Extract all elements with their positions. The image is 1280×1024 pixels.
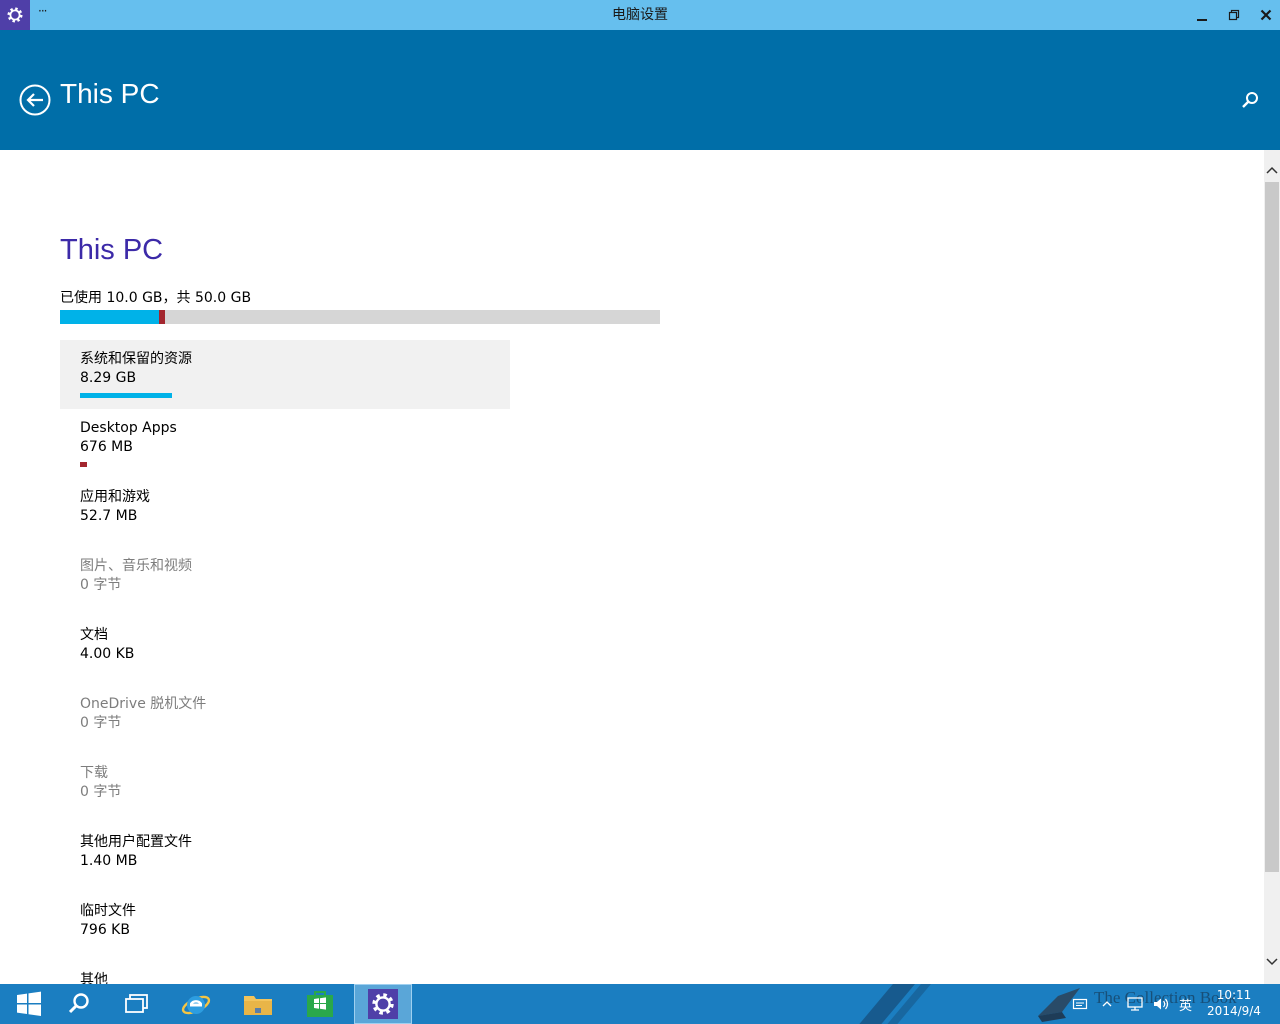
app-menu-button[interactable]: ··· xyxy=(38,4,48,18)
vertical-scrollbar[interactable] xyxy=(1264,150,1280,984)
task-view-button[interactable] xyxy=(108,984,166,1024)
search-icon xyxy=(68,993,89,1014)
start-icon xyxy=(17,991,41,1016)
storage-category-item[interactable]: 应用和游戏 52.7 MB xyxy=(60,478,510,547)
back-button[interactable] xyxy=(18,83,52,117)
category-name: 下载 xyxy=(80,765,108,781)
category-usage-bar xyxy=(80,393,172,398)
taskbar: The Collection Book 英 10:11 2014/9/4 xyxy=(0,984,1280,1024)
file-explorer-button[interactable] xyxy=(229,984,287,1024)
storage-category-item[interactable]: 临时文件 796 KB xyxy=(60,892,510,961)
category-size: 1.40 MB xyxy=(80,853,138,869)
category-name: 其他 xyxy=(80,972,108,984)
restore-button[interactable] xyxy=(1218,0,1250,30)
search-button[interactable] xyxy=(1238,88,1262,112)
taskbar-search-button[interactable] xyxy=(50,984,108,1024)
clock[interactable]: 10:11 2014/9/4 xyxy=(1200,987,1268,1019)
scroll-down-button[interactable] xyxy=(1264,954,1280,970)
internet-explorer-button[interactable] xyxy=(167,984,225,1024)
chevron-up-icon xyxy=(1102,1001,1112,1007)
category-size: 4.00 KB xyxy=(80,646,135,662)
store-button[interactable] xyxy=(291,984,349,1024)
settings-taskbar-button[interactable] xyxy=(354,984,412,1024)
category-size: 8.29 GB xyxy=(80,370,137,386)
close-button[interactable] xyxy=(1250,0,1280,30)
gear-icon xyxy=(7,7,23,23)
back-arrow-icon xyxy=(19,84,51,116)
storage-category-item[interactable]: 文档 4.00 KB xyxy=(60,616,510,685)
network-button[interactable] xyxy=(1126,984,1144,1024)
category-size: 0 字节 xyxy=(80,577,122,593)
header-title: This PC xyxy=(60,78,160,109)
category-size: 52.7 MB xyxy=(80,508,138,524)
network-icon xyxy=(1127,997,1143,1011)
storage-category-item[interactable]: 其他 xyxy=(60,961,510,984)
scroll-thumb[interactable] xyxy=(1265,182,1279,872)
storage-category-item[interactable]: Desktop Apps 676 MB xyxy=(60,409,510,478)
show-hidden-icons-button[interactable] xyxy=(1102,984,1112,1024)
storage-category-item[interactable]: 系统和保留的资源 8.29 GB xyxy=(60,340,510,409)
close-icon xyxy=(1260,9,1272,21)
category-size: 796 KB xyxy=(80,922,130,938)
category-size: 676 MB xyxy=(80,439,133,455)
action-center-button[interactable] xyxy=(1072,984,1088,1024)
page-title: This PC xyxy=(60,234,164,266)
search-icon xyxy=(1242,92,1258,108)
category-name: 文档 xyxy=(80,627,108,643)
category-name: Desktop Apps xyxy=(80,420,177,436)
storage-category-item[interactable]: 下载 0 字节 xyxy=(60,754,510,823)
settings-icon xyxy=(368,989,398,1019)
storage-category-item[interactable]: OneDrive 脱机文件 0 字节 xyxy=(60,685,510,754)
ime-indicator[interactable]: 英 xyxy=(1179,984,1192,1024)
settings-app-icon[interactable] xyxy=(0,0,30,30)
category-name: 应用和游戏 xyxy=(80,489,150,505)
category-usage-bar xyxy=(80,462,87,467)
page-header: This PC xyxy=(0,30,1280,150)
store-icon xyxy=(307,991,333,1017)
category-name: 临时文件 xyxy=(80,903,136,919)
clock-date: 2014/9/4 xyxy=(1207,1004,1261,1018)
storage-category-item[interactable]: 其他用户配置文件 1.40 MB xyxy=(60,823,510,892)
category-name: 图片、音乐和视频 xyxy=(80,558,192,574)
internet-explorer-icon xyxy=(181,995,211,1015)
category-name: 系统和保留的资源 xyxy=(80,351,192,367)
storage-category-item[interactable]: 图片、音乐和视频 0 字节 xyxy=(60,547,510,616)
storage-usage-bar xyxy=(60,310,660,324)
notification-icon xyxy=(1072,998,1088,1010)
category-size: 0 字节 xyxy=(80,715,122,731)
title-bar: ··· 电脑设置 xyxy=(0,0,1280,30)
volume-button[interactable] xyxy=(1152,984,1170,1024)
minimize-icon xyxy=(1197,19,1207,21)
category-size: 0 字节 xyxy=(80,784,122,800)
scroll-up-button[interactable] xyxy=(1264,162,1280,178)
chevron-down-icon xyxy=(1266,958,1278,966)
minimize-button[interactable] xyxy=(1186,0,1218,30)
restore-icon xyxy=(1228,9,1240,21)
storage-usage-text: 已使用 10.0 GB，共 50.0 GB xyxy=(60,290,252,306)
chevron-up-icon xyxy=(1266,166,1278,174)
usage-system-fill xyxy=(60,310,159,324)
usage-apps-fill xyxy=(159,310,165,324)
storage-content: This PC 已使用 10.0 GB，共 50.0 GB 系统和保留的资源 8.… xyxy=(0,150,1264,984)
category-name: 其他用户配置文件 xyxy=(80,834,192,850)
storage-category-list: 系统和保留的资源 8.29 GB Desktop Apps 676 MB 应用和游戏 52… xyxy=(60,340,510,984)
file-explorer-icon xyxy=(244,996,272,1015)
category-name: OneDrive 脱机文件 xyxy=(80,696,207,712)
speaker-icon xyxy=(1154,998,1169,1010)
window-title: 电脑设置 xyxy=(612,7,668,23)
clock-time: 10:11 xyxy=(1216,988,1252,1002)
task-view-icon xyxy=(125,994,148,1013)
